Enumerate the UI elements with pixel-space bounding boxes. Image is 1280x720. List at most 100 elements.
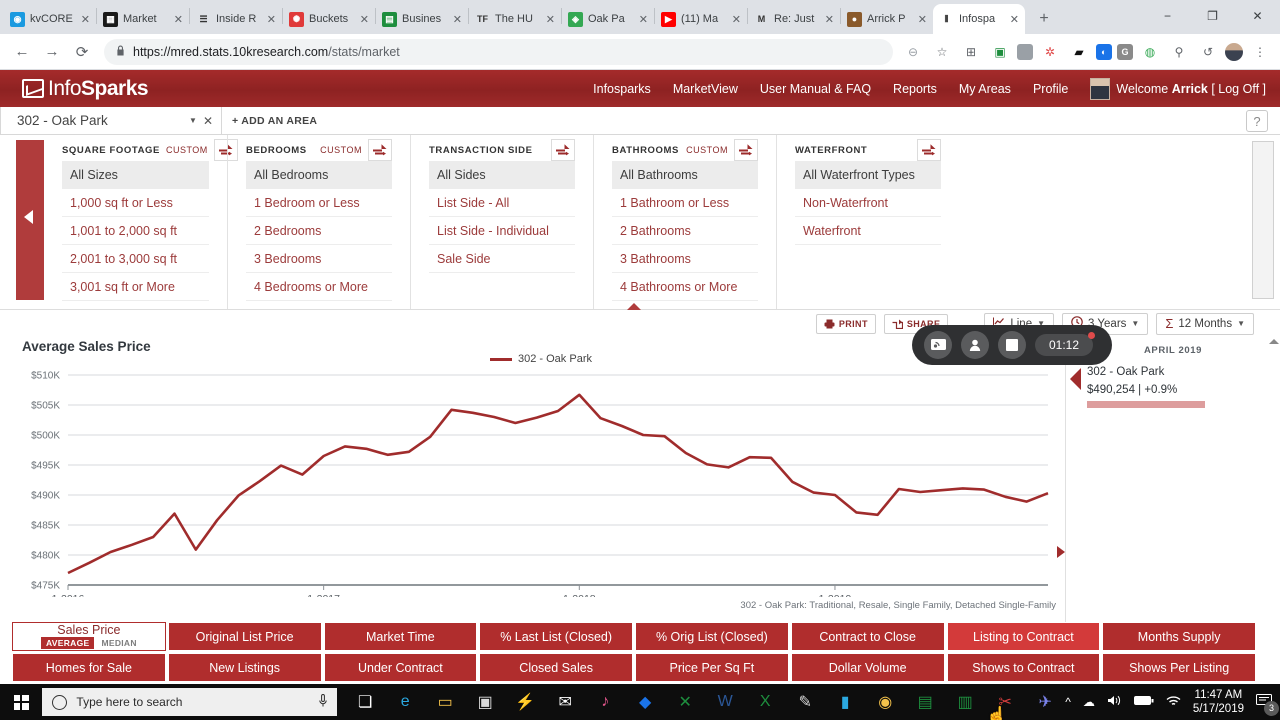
scroll-up-arrow-icon[interactable] xyxy=(1269,339,1279,344)
filter-edit-icon[interactable] xyxy=(917,139,941,161)
metric-button[interactable]: Contract to Close xyxy=(790,622,945,651)
filter-option[interactable]: Sale Side xyxy=(429,245,575,273)
filter-option[interactable]: List Side - Individual xyxy=(429,217,575,245)
filter-option[interactable]: 1 Bathroom or Less xyxy=(612,189,758,217)
metric-button[interactable]: Listing to Contract xyxy=(946,622,1101,651)
close-tab-icon[interactable]: ✕ xyxy=(174,13,183,26)
filter-option[interactable]: 2,001 to 3,000 sq ft xyxy=(62,245,209,273)
metric-button[interactable]: Closed Sales xyxy=(479,653,633,682)
reload-button[interactable]: ⟳ xyxy=(68,38,96,66)
grammarly-icon[interactable]: G xyxy=(1117,43,1133,60)
volume-icon[interactable] xyxy=(1107,694,1122,710)
chrome-menu-button[interactable]: ⋮ xyxy=(1248,40,1272,64)
close-tab-icon[interactable]: ✕ xyxy=(360,13,369,26)
filter-option[interactable]: Waterfront xyxy=(795,217,941,245)
globe-icon[interactable]: ◍ xyxy=(1138,40,1162,64)
metric-button[interactable]: Sales Price AVERAGE MEDIAN xyxy=(12,622,166,651)
battery-icon[interactable] xyxy=(1133,695,1154,709)
sheets-icon[interactable]: ▥ xyxy=(945,684,985,720)
word-icon[interactable]: W xyxy=(705,684,745,720)
filter-custom-label[interactable]: CUSTOM xyxy=(686,145,728,155)
cast-icon[interactable]: ⊞ xyxy=(959,40,983,64)
close-window-button[interactable]: ✕ xyxy=(1235,0,1280,32)
metric-button[interactable]: % Orig List (Closed) xyxy=(635,622,789,651)
maximize-button[interactable]: ❐ xyxy=(1190,0,1235,32)
close-tab-icon[interactable]: ✕ xyxy=(918,13,927,26)
teams-icon[interactable]: ✈ xyxy=(1025,684,1065,720)
filter-edit-icon[interactable] xyxy=(734,139,758,161)
dropbox-icon[interactable]: ◆ xyxy=(625,684,665,720)
lightning-icon[interactable]: ⚡ xyxy=(505,684,545,720)
wifi-icon[interactable] xyxy=(1166,695,1181,710)
new-tab-button[interactable]: + xyxy=(1031,6,1057,32)
chevron-up-icon[interactable]: ^ xyxy=(1065,695,1071,709)
screen-share-icon[interactable] xyxy=(924,331,952,359)
microsoft-store-icon[interactable]: ▣ xyxy=(465,684,505,720)
metric-button[interactable]: Shows Per Listing xyxy=(1102,653,1256,682)
edge-icon[interactable]: e xyxy=(385,684,425,720)
bluebeam-icon[interactable]: ◐ xyxy=(1096,43,1112,60)
welcome-user-block[interactable]: Welcome Arrick [ Log Off ] xyxy=(1090,77,1266,100)
area-selector[interactable]: 302 - Oak Park ▼ ✕ xyxy=(0,107,222,134)
nav-item-infosparks[interactable]: Infosparks xyxy=(593,82,651,96)
metric-button[interactable]: Homes for Sale xyxy=(12,653,166,682)
close-tab-icon[interactable]: ✕ xyxy=(1010,13,1019,26)
filter-option[interactable]: 1 Bedroom or Less xyxy=(246,189,392,217)
filter-custom-label[interactable]: CUSTOM xyxy=(320,145,362,155)
close-tab-icon[interactable]: ✕ xyxy=(267,13,276,26)
metric-button[interactable]: New Listings xyxy=(167,653,322,682)
average-toggle[interactable]: AVERAGE xyxy=(40,637,95,649)
filters-scrollbar[interactable] xyxy=(1252,141,1274,299)
metric-button[interactable]: Dollar Volume xyxy=(790,653,945,682)
start-button[interactable] xyxy=(0,684,42,720)
filter-option[interactable]: Non-Waterfront xyxy=(795,189,941,217)
browser-tab[interactable]: ◈ Oak Pa ✕ xyxy=(562,4,654,34)
browser-tab[interactable]: ▦ Market ✕ xyxy=(97,4,189,34)
filter-option[interactable]: All Bathrooms xyxy=(612,161,758,189)
metric-button[interactable]: Months Supply xyxy=(1102,622,1256,651)
browser-tab[interactable]: ⦀ Infospa ✕ xyxy=(933,4,1025,34)
refresh-circle-icon[interactable]: ↺ xyxy=(1196,40,1220,64)
address-bar[interactable]: https://mred.stats.10kresearch.com/stats… xyxy=(104,38,893,65)
browser-tab[interactable]: TF The HU ✕ xyxy=(469,4,561,34)
paint-icon[interactable]: ✎ xyxy=(785,684,825,720)
nav-item-user-manual[interactable]: User Manual & FAQ xyxy=(760,82,871,96)
close-tab-icon[interactable]: ✕ xyxy=(453,13,462,26)
collapse-caret-icon[interactable] xyxy=(627,303,641,310)
metric-button[interactable]: Price Per Sq Ft xyxy=(635,653,789,682)
filter-option[interactable]: 1,001 to 2,000 sq ft xyxy=(62,217,209,245)
filter-option[interactable]: All Sizes xyxy=(62,161,209,189)
mail-icon[interactable]: ✉ xyxy=(545,684,585,720)
onedrive-icon[interactable]: ☁ xyxy=(1083,695,1095,709)
nav-item-reports[interactable]: Reports xyxy=(893,82,937,96)
filter-option[interactable]: All Waterfront Types xyxy=(795,161,941,189)
filter-option[interactable]: List Side - All xyxy=(429,189,575,217)
filter-option[interactable]: 3 Bedrooms xyxy=(246,245,392,273)
back-button[interactable]: ← xyxy=(8,38,36,66)
code-icon[interactable]: </> xyxy=(1017,43,1033,60)
bookmark-star-icon[interactable]: ☆ xyxy=(930,40,954,64)
chevron-down-icon[interactable]: ▼ xyxy=(189,116,197,125)
stop-icon[interactable] xyxy=(998,331,1026,359)
filter-option[interactable]: 3 Bathrooms xyxy=(612,245,758,273)
profile-avatar[interactable] xyxy=(1222,40,1246,64)
taskbar-search[interactable]: Type here to search xyxy=(42,688,338,716)
filter-custom-label[interactable]: CUSTOM xyxy=(166,145,208,155)
notification-center-button[interactable]: 3 xyxy=(1256,693,1279,716)
filter-edit-icon[interactable] xyxy=(368,139,392,161)
save-page-icon[interactable]: ▣ xyxy=(988,40,1012,64)
filter-option[interactable]: 1,000 sq ft or Less xyxy=(62,189,209,217)
metric-button[interactable]: Market Time xyxy=(323,622,478,651)
metric-button[interactable]: % Last List (Closed) xyxy=(479,622,633,651)
nav-item-my-areas[interactable]: My Areas xyxy=(959,82,1011,96)
filter-option[interactable]: 2 Bathrooms xyxy=(612,217,758,245)
excel2-icon[interactable]: X xyxy=(745,684,785,720)
task-view-icon[interactable]: ❏ xyxy=(345,684,385,720)
filter-option[interactable]: All Bedrooms xyxy=(246,161,392,189)
forward-button[interactable]: → xyxy=(38,38,66,66)
close-tab-icon[interactable]: ✕ xyxy=(639,13,648,26)
rolling-period-select[interactable]: Σ 12 Months ▼ xyxy=(1156,312,1254,335)
help-button[interactable]: ? xyxy=(1246,110,1268,132)
chrome-icon[interactable]: ◉ xyxy=(865,684,905,720)
browser-tab[interactable]: ▶ (11) Ma ✕ xyxy=(655,4,747,34)
